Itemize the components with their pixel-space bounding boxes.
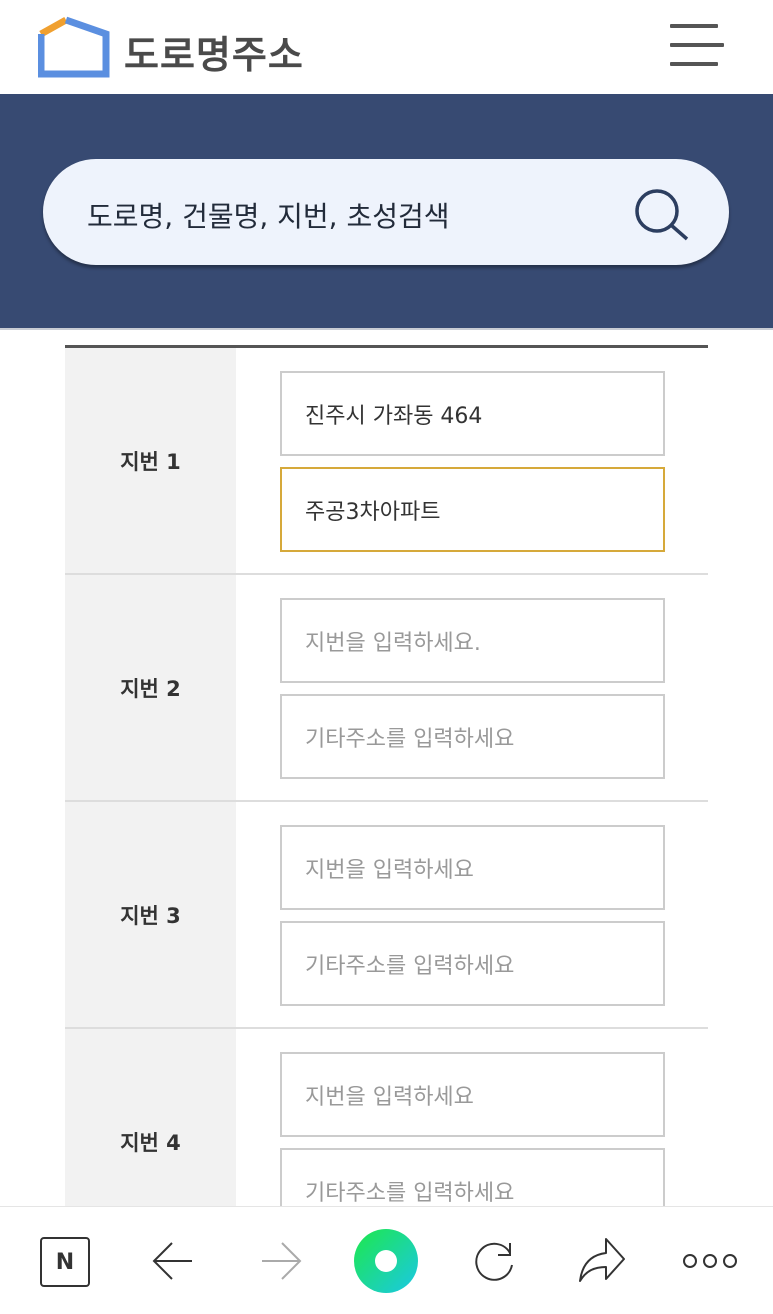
jibun-input[interactable]: 지번을 입력하세요 — [280, 825, 665, 910]
search-banner: 도로명, 건물명, 지번, 초성검색 — [0, 94, 773, 330]
logo-house-icon[interactable] — [38, 16, 112, 78]
header: 도로명주소 — [0, 0, 773, 94]
row-label: 지번 2 — [65, 575, 236, 800]
jibun-row: 지번 1 진주시 가좌동 464 주공3차아파트 — [65, 348, 708, 575]
back-arrow-icon[interactable] — [150, 1241, 196, 1281]
etc-address-input[interactable]: 주공3차아파트 — [280, 467, 665, 552]
browser-bottom-bar: N — [0, 1206, 773, 1314]
reload-icon[interactable] — [470, 1237, 518, 1285]
search-icon[interactable] — [631, 187, 693, 243]
search-placeholder: 도로명, 건물명, 지번, 초성검색 — [87, 200, 450, 233]
jibun-row: 지번 2 지번을 입력하세요. 기타주소를 입력하세요 — [65, 575, 708, 802]
jibun-input[interactable]: 지번을 입력하세요. — [280, 598, 665, 683]
jibun-table: 지번 1 진주시 가좌동 464 주공3차아파트지번 2 지번을 입력하세요. 기타주소… — [65, 345, 708, 1256]
n-label: N — [55, 1249, 75, 1275]
hamburger-icon[interactable] — [670, 24, 724, 66]
green-dot-icon[interactable] — [354, 1229, 418, 1293]
jibun-row: 지번 3 지번을 입력하세요기타주소를 입력하세요 — [65, 802, 708, 1029]
more-icon[interactable] — [682, 1251, 738, 1271]
logo-text[interactable]: 도로명주소 — [124, 24, 304, 79]
search-input[interactable]: 도로명, 건물명, 지번, 초성검색 — [43, 159, 729, 265]
share-icon[interactable] — [576, 1237, 628, 1283]
row-label: 지번 1 — [65, 348, 236, 573]
naver-n-icon[interactable]: N — [40, 1237, 90, 1287]
jibun-input[interactable]: 진주시 가좌동 464 — [280, 371, 665, 456]
jibun-input[interactable]: 지번을 입력하세요 — [280, 1052, 665, 1137]
row-label: 지번 3 — [65, 802, 236, 1027]
forward-arrow-icon[interactable] — [258, 1241, 304, 1281]
etc-address-input[interactable]: 기타주소를 입력하세요 — [280, 921, 665, 1006]
etc-address-input[interactable]: 기타주소를 입력하세요 — [280, 694, 665, 779]
